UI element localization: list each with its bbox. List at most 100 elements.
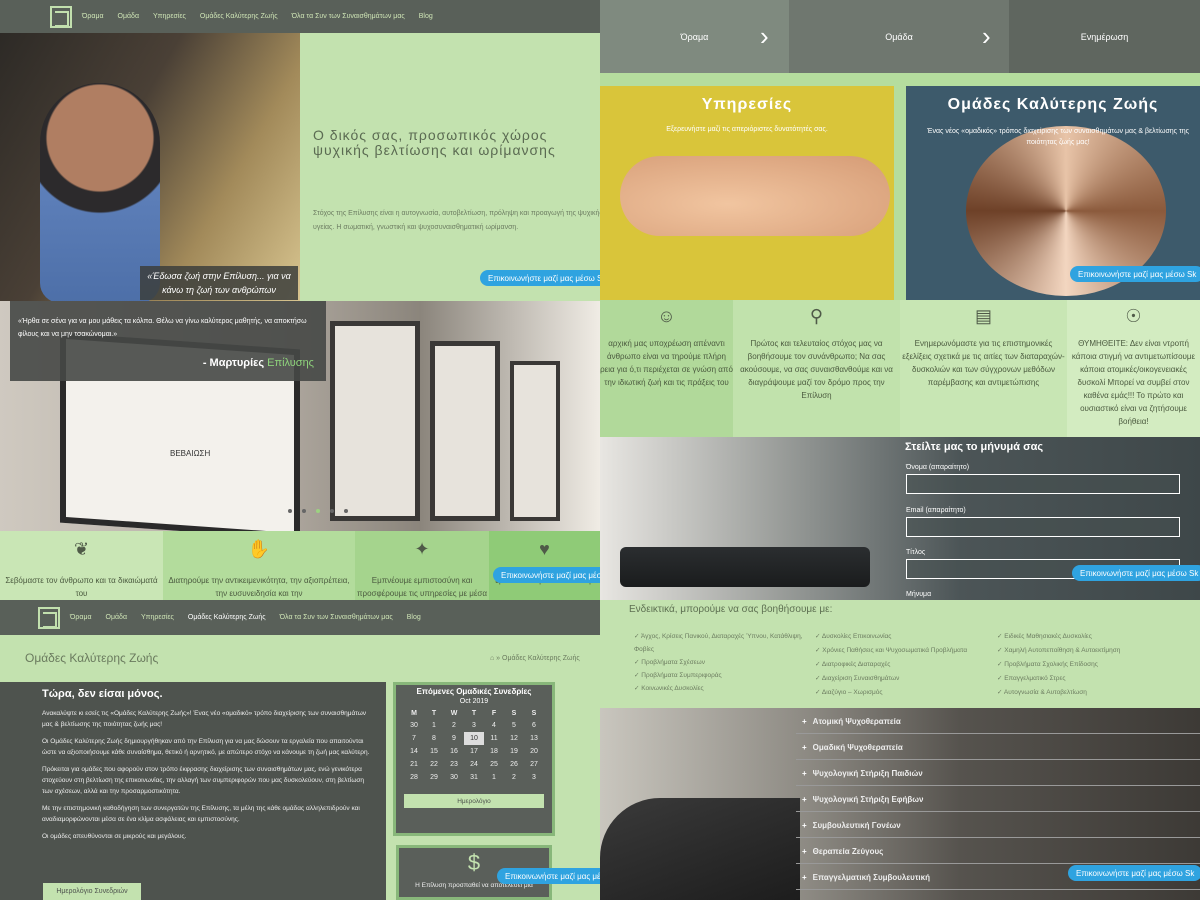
calendar-week[interactable]: 28 29 30 31 1 2 3 xyxy=(404,771,544,784)
help-item: ✓ Δυσκολίες Επικοινωνίας xyxy=(815,633,892,640)
nav-emotions[interactable]: Όλα τα Συν των Συναισθημάτων μας xyxy=(292,13,405,20)
plus-icon: + xyxy=(802,743,807,752)
value-text: Ενημερωνόμαστε για τις επιστημονικές εξε… xyxy=(902,339,1065,387)
nav-team[interactable]: Ομάδα xyxy=(118,13,139,20)
nav-vision[interactable]: Όραμα xyxy=(82,13,104,20)
author-label: - Μαρτυρίες xyxy=(202,357,265,369)
calendar-week[interactable]: 14 15 16 17 18 19 20 xyxy=(404,745,544,758)
tab-label: Ενημέρωση xyxy=(1080,31,1129,42)
nav-groups[interactable]: Ομάδες Καλύτερης Ζωής xyxy=(200,13,278,20)
accordion-teens[interactable]: + Ψυχολογική Στήριξη Εφήβων xyxy=(796,788,1200,812)
tab-news[interactable]: Ενημέρωση xyxy=(1009,0,1200,73)
quote-text: «Έδωσα ζωή στην Επίλυση... για να κάνω τ… xyxy=(147,271,291,295)
screenshot-groups: Όραμα Ομάδα Υπηρεσίες Ομάδες Καλύτερης Ζ… xyxy=(0,600,600,900)
skype-label: Επικοινωνήστε μαζί μας μέσω Sk xyxy=(1076,868,1195,878)
value-text: Πρώτος και τελευταίος στόχος μας να βοηθ… xyxy=(740,339,893,400)
calendar-widget: Επόμενες Ομαδικές Συνεδρίες Oct 2019 MTW… xyxy=(393,682,555,836)
group-icon: ✦ xyxy=(414,539,430,559)
skype-chat-button[interactable]: Επικοινωνήστε μαζί μας μέσω Sk xyxy=(480,270,600,286)
name-input[interactable] xyxy=(906,474,1180,494)
card-services[interactable]: Υπηρεσίες Εξερευνήστε μαζί τις απεριόρισ… xyxy=(600,86,894,300)
testimonial-author: - Μαρτυρίες Επίλυσης xyxy=(203,357,314,369)
content-heading: Τώρα, δεν είσαι μόνος. xyxy=(42,688,163,700)
values-row: ☺ αρχική μας υποχρέωση απέναντι άνθρωπο … xyxy=(600,300,1200,437)
skype-chat-button-2[interactable]: Επικοινωνήστε μαζί μας μέσω Sk xyxy=(1072,565,1200,581)
title-label: Τίτλος xyxy=(906,549,926,556)
heart-hand-icon: ♥ xyxy=(539,539,550,559)
nav-services[interactable]: Υπηρεσίες xyxy=(153,13,186,20)
accordion-couples[interactable]: + Θεραπεία Ζεύγους xyxy=(796,840,1200,864)
tab-team[interactable]: Ομάδα › xyxy=(789,0,1009,73)
skype-label: Επικοινωνήστε μαζί μας μέσω Sk xyxy=(488,273,600,283)
calendar-week[interactable]: 21 22 23 24 25 26 27 xyxy=(404,758,544,771)
nav-emotions[interactable]: Όλα τα Συν των Συναισθημάτων μας xyxy=(280,614,393,621)
nav-team[interactable]: Ομάδα xyxy=(106,614,127,621)
lap-photo xyxy=(600,798,800,900)
help-item: ✓ Διαζύγιο – Χωρισμός xyxy=(815,689,883,696)
top-nav: Όραμα Ομάδα Υπηρεσίες Ομάδες Καλύτερης Ζ… xyxy=(0,0,600,33)
slider-dots[interactable] xyxy=(288,509,348,513)
accordion-individual[interactable]: + Ατομική Ψυχοθεραπεία xyxy=(796,710,1200,734)
face-icon: ☺ xyxy=(657,306,676,326)
calendar-button[interactable]: Ημερολόγιο Συνεδριών xyxy=(43,883,141,900)
logo-icon[interactable] xyxy=(38,606,60,629)
message-label: Μήνυμα xyxy=(906,591,932,598)
praying-hands-icon: ❦ xyxy=(73,539,90,559)
plus-icon: + xyxy=(802,821,807,830)
page-title: Ομάδες Καλύτερης Ζωής xyxy=(25,651,159,665)
calendar-month[interactable]: Oct 2019 xyxy=(400,698,548,705)
skype-chat-button[interactable]: Επικοινωνήστε μαζί μας μέσω xyxy=(497,868,600,884)
feature-care: ♥ εμπιστοσύνη του κάθε ανθρ xyxy=(489,531,600,600)
value-confidentiality: ☺ αρχική μας υποχρέωση απέναντι άνθρωπο … xyxy=(600,300,733,437)
skype-label: Επικοινωνήστε μαζί μας μέσω Sk xyxy=(1078,269,1197,279)
skype-label: Επικοινωνήστε μαζί μας μέσω xyxy=(505,871,600,881)
help-item: ✓ Διαχείριση Συναισθημάτων xyxy=(815,675,900,682)
skype-chat-button[interactable]: Επικοινωνήστε μαζί μας μέσω Sk xyxy=(1068,865,1200,881)
help-col-2: ✓ Δυσκολίες Επικοινωνίας ✓ Χρόνιες Παθήσ… xyxy=(815,630,995,700)
email-label: Email (απαραίτητο) xyxy=(906,507,966,514)
accordion-children[interactable]: + Ψυχολογική Στήριξη Παιδιών xyxy=(796,762,1200,786)
calendar-weekdays: MTWTFSS xyxy=(411,709,537,717)
frame-3 xyxy=(430,341,500,521)
breadcrumb[interactable]: ⌂ » Ομάδες Καλύτερης Ζωής xyxy=(490,655,580,662)
calendar-title: Επόμενες Ομαδικές Συνεδρίες xyxy=(416,687,532,696)
nav-blog[interactable]: Blog xyxy=(407,614,421,621)
email-input[interactable] xyxy=(906,517,1180,537)
skype-chat-button-2[interactable]: Επικοινωνήστε μαζί μας μέσω Sk xyxy=(493,567,600,583)
help-item: ✓ Κοινωνικές Δυσκολίες xyxy=(634,685,704,692)
calendar-grid: MTWTFSS 30 1 2 3 4 5 6 7 8 9 10 11 12 13 14 15 16 17 18 1… xyxy=(404,707,544,784)
feature-trust: ✦ Εμπνέουμε εμπιστοσύνη και προσφέρουμε … xyxy=(355,531,489,600)
plus-icon: + xyxy=(802,873,807,882)
calendar-week[interactable]: 30 1 2 3 4 5 6 xyxy=(404,719,544,732)
plus-icon: + xyxy=(802,769,807,778)
tab-vision[interactable]: Όραμα › xyxy=(600,0,789,73)
accordion-parents[interactable]: + Συμβουλευτική Γονέων xyxy=(796,814,1200,838)
card-groups-title: Ομάδες Καλύτερης Ζωής xyxy=(947,96,1159,113)
testimonial-text: «Ήρθα σε σένα για να μου μάθεις τα κόλπα… xyxy=(18,318,307,338)
nav-services[interactable]: Υπηρεσίες xyxy=(141,614,174,621)
card-services-text: Εξερευνήστε μαζί τις απεριόριστες δυνατό… xyxy=(666,126,828,133)
tab-label: Όραμα xyxy=(680,31,709,42)
calendar-week[interactable]: 7 8 9 10 11 12 13 xyxy=(404,732,544,745)
head-icon: ☉ xyxy=(1125,306,1142,326)
nav-groups[interactable]: Ομάδες Καλύτερης Ζωής xyxy=(188,614,266,621)
train-photo xyxy=(620,547,870,587)
content-panel: Τώρα, δεν είσαι μόνος. Ανακαλύψτε κι εσε… xyxy=(0,682,386,900)
nav-blog[interactable]: Blog xyxy=(419,13,433,20)
paragraph-2: Οι Ομάδες Καλύτερης Ζωής δημιουργήθηκαν … xyxy=(42,738,370,756)
paragraph-5: Οι ομάδες απευθύνονται σε μικρούς και με… xyxy=(42,833,187,840)
help-item: ✓ Διατροφικές Διαταραχές xyxy=(815,661,891,668)
skype-chat-button[interactable]: Επικοινωνήστε μαζί μας μέσω Sk xyxy=(1070,266,1200,282)
value-listen: ⚲ Πρώτος και τελευταίος στόχος μας να βο… xyxy=(733,300,900,437)
hero-title: Ο δικός σας, προσωπικός χώρος ψυχικής βε… xyxy=(313,127,556,158)
quote-box: «Έδωσα ζωή στην Επίλυση... για να κάνω τ… xyxy=(140,266,298,300)
card-services-title: Υπηρεσίες xyxy=(701,96,793,113)
nav-vision[interactable]: Όραμα xyxy=(70,614,92,621)
hand-icon: ✋ xyxy=(247,539,271,559)
card-groups-text: Ένας νέος «ομαδικός» τρόπος διαχείρισης … xyxy=(926,128,1190,146)
calendar-link-button[interactable]: Ημερολόγιο xyxy=(404,794,544,808)
logo-icon[interactable] xyxy=(50,5,72,28)
help-item: ✓ Χαμηλή Αυτοπεποίθηση & Αυτοεκτίμηση xyxy=(997,647,1121,654)
accordion-group[interactable]: + Ομαδική Ψυχοθεραπεία xyxy=(796,736,1200,760)
feature-text: Σεβόμαστε τον άνθρωπο και τα δικαιώματά … xyxy=(5,576,158,598)
